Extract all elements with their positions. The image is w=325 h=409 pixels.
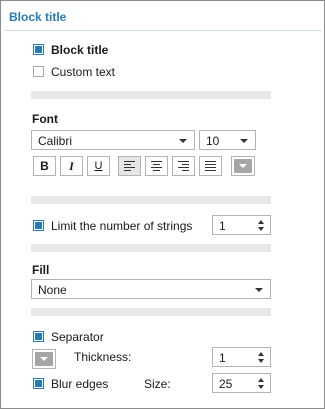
section-divider	[31, 244, 271, 252]
spin-up-icon[interactable]	[258, 352, 264, 356]
underline-icon: U	[94, 160, 103, 172]
spin-down-icon[interactable]	[258, 385, 264, 389]
blur-edges-checkbox[interactable]	[33, 378, 44, 389]
separator-color-picker[interactable]	[32, 349, 56, 369]
fill-select[interactable]: None	[31, 279, 271, 299]
font-color-picker[interactable]	[231, 156, 255, 176]
chevron-down-icon	[240, 139, 248, 143]
italic-button[interactable]: I	[60, 156, 83, 176]
chevron-down-icon	[255, 288, 263, 292]
panel-title: Block title	[9, 10, 67, 24]
font-size-value: 10	[206, 134, 220, 148]
font-color-swatch	[234, 159, 252, 173]
custom-text-checkbox[interactable]	[33, 66, 44, 77]
fill-section-label: Fill	[32, 263, 50, 277]
header-divider	[5, 30, 321, 31]
separator-checkbox[interactable]	[33, 331, 44, 342]
align-right-icon	[178, 161, 189, 171]
limit-strings-stepper[interactable]: 1	[212, 215, 271, 235]
spin-up-icon[interactable]	[258, 378, 264, 382]
spin-down-icon[interactable]	[258, 227, 264, 231]
underline-button[interactable]: U	[87, 156, 110, 176]
font-size-select[interactable]: 10	[199, 130, 256, 150]
bold-button[interactable]: B	[33, 156, 56, 176]
separator-label: Separator	[51, 330, 104, 344]
limit-strings-checkbox[interactable]	[33, 220, 44, 231]
align-left-button[interactable]	[118, 156, 141, 176]
section-divider	[31, 91, 271, 99]
limit-strings-value: 1	[219, 219, 226, 233]
section-divider	[31, 196, 271, 204]
blur-size-stepper[interactable]: 25	[212, 373, 271, 393]
align-justify-icon	[205, 161, 216, 171]
block-title-checkbox[interactable]	[33, 44, 44, 55]
separator-color-swatch	[35, 352, 53, 366]
blur-size-value: 25	[219, 377, 233, 391]
align-left-icon	[124, 161, 135, 171]
custom-text-label: Custom text	[51, 65, 116, 79]
font-section-label: Font	[32, 112, 58, 126]
settings-panel: Block title Block title Custom text Font…	[0, 0, 325, 409]
fill-value: None	[38, 283, 67, 297]
block-title-label: Block title	[51, 43, 109, 57]
spin-up-icon[interactable]	[258, 220, 264, 224]
align-center-icon	[151, 161, 162, 171]
blur-edges-label: Blur edges	[51, 377, 109, 391]
align-center-button[interactable]	[145, 156, 168, 176]
blur-size-label: Size:	[144, 377, 171, 391]
thickness-stepper[interactable]: 1	[212, 347, 271, 367]
thickness-value: 1	[219, 351, 226, 365]
chevron-down-icon	[179, 139, 187, 143]
section-divider	[31, 308, 271, 316]
align-right-button[interactable]	[172, 156, 195, 176]
font-family-select[interactable]: Calibri	[31, 130, 195, 150]
bold-icon: B	[40, 159, 49, 173]
align-justify-button[interactable]	[199, 156, 222, 176]
spin-down-icon[interactable]	[258, 359, 264, 363]
font-family-value: Calibri	[38, 134, 73, 148]
limit-strings-label: Limit the number of strings	[51, 219, 193, 233]
italic-icon: I	[69, 158, 74, 173]
thickness-label: Thickness:	[74, 350, 132, 364]
